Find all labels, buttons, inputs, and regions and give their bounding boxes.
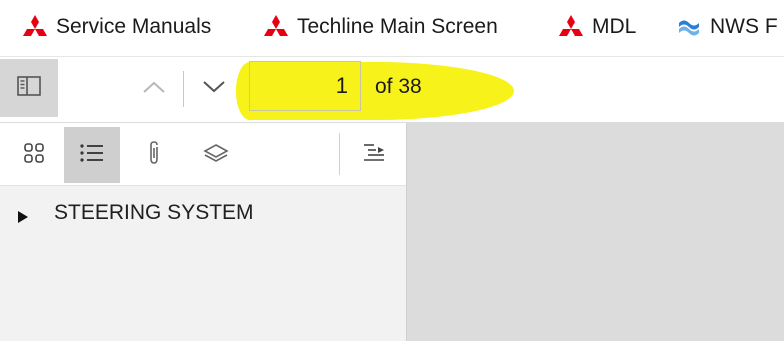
bookmark-service-manuals[interactable]: Service Manuals xyxy=(22,11,211,43)
outline-item-steering-system[interactable]: STEERING SYSTEM xyxy=(16,201,254,225)
bookmark-label: MDL xyxy=(592,15,637,38)
tabs-divider xyxy=(339,133,340,175)
bookmark-nws[interactable]: NWS F xyxy=(676,11,778,43)
tab-layers[interactable] xyxy=(188,127,244,183)
thumbnails-icon xyxy=(23,142,45,169)
paperclip-icon xyxy=(145,140,163,171)
outline-list-icon xyxy=(79,142,105,169)
tab-thumbnails[interactable] xyxy=(6,127,62,183)
mitsubishi-logo-icon xyxy=(263,14,289,40)
sidebar-panel: STEERING SYSTEM xyxy=(0,123,407,341)
outline-options-icon xyxy=(362,141,386,170)
sidebar-tabs xyxy=(0,123,406,186)
outline-options-button[interactable] xyxy=(346,127,402,183)
page-number-group: of 38 xyxy=(0,57,784,122)
document-viewport[interactable] xyxy=(407,123,784,341)
bookmarks-bar: Service Manuals Techline Main Screen MDL xyxy=(0,0,784,57)
mitsubishi-logo-icon xyxy=(558,14,584,40)
bookmark-mdl[interactable]: MDL xyxy=(558,11,636,43)
layers-icon xyxy=(203,142,229,169)
bookmark-label: Service Manuals xyxy=(56,15,212,38)
bookmark-techline-main-screen[interactable]: Techline Main Screen xyxy=(263,11,498,43)
outline-item-label: STEERING SYSTEM xyxy=(54,201,254,224)
bookmark-label: NWS F xyxy=(710,15,778,38)
mitsubishi-logo-icon xyxy=(22,14,48,40)
page-number-input[interactable] xyxy=(249,61,361,111)
tab-attachments[interactable] xyxy=(126,127,182,183)
tab-outline[interactable] xyxy=(64,127,120,183)
nws-logo-icon xyxy=(676,14,702,40)
bookmark-label: Techline Main Screen xyxy=(297,15,498,38)
expand-caret-icon[interactable] xyxy=(16,206,30,223)
page-total-label: of 38 xyxy=(375,75,422,98)
